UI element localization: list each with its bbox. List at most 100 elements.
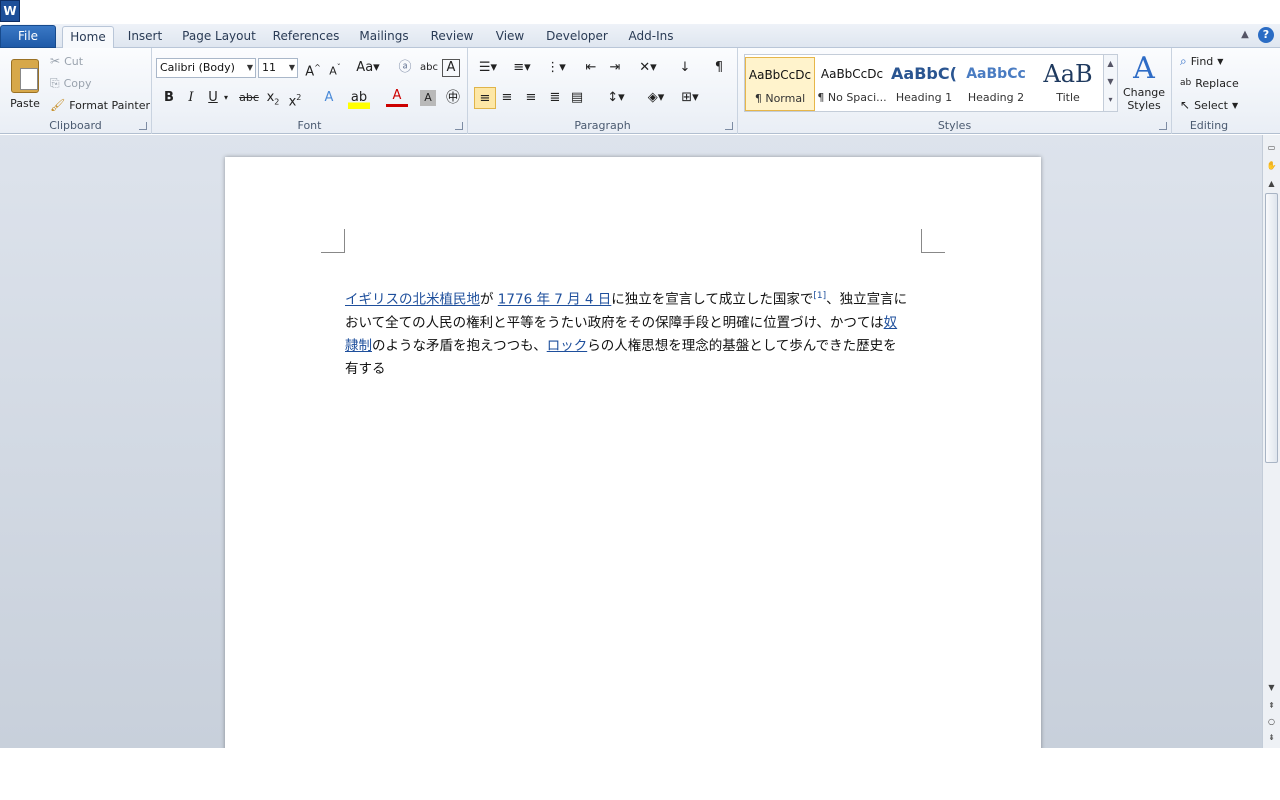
tab-file[interactable]: File (0, 25, 56, 48)
change-case-icon[interactable]: Aa▾ (354, 57, 382, 79)
tab-view[interactable]: View (490, 26, 530, 48)
document-workspace: イギリスの北米植民地が 1776 年 7 月 4 日に独立を宣言して成立した国家… (0, 135, 1262, 748)
binoculars-icon: ⌕ (1180, 54, 1187, 68)
strikethrough-button[interactable]: abc (238, 87, 260, 109)
tab-insert[interactable]: Insert (122, 26, 168, 48)
bullets-icon[interactable]: ☰▾ (474, 57, 502, 79)
select-browse-object-icon[interactable]: ○ (1263, 715, 1280, 729)
blank-bottom-area (0, 748, 1280, 800)
align-center-button[interactable]: ≡ (496, 87, 518, 109)
help-icon[interactable]: ? (1258, 27, 1274, 43)
replace-icon: ab (1180, 78, 1192, 88)
grow-font-icon[interactable]: A^ (302, 57, 324, 79)
style-normal[interactable]: AaBbCcDc ¶ Normal (745, 57, 815, 111)
style-sample: AaB (1043, 60, 1093, 88)
style-name: ¶ Normal (754, 92, 806, 105)
styles-gallery-scroll[interactable]: ▲ ▼ ▾ (1103, 55, 1117, 111)
scroll-down-icon[interactable]: ▼ (1104, 73, 1117, 91)
underline-dropdown-icon[interactable]: ▾ (220, 87, 232, 109)
paragraph-group: ☰▾ ≡▾ ⋮▾ ⇤ ⇥ ✕▾ ↓ ¶ ≡ ≡ ≡ ≣ ▤ ↕▾ ◈▾ ⊞▾ P… (468, 48, 738, 134)
tab-references[interactable]: References (270, 26, 342, 48)
enclose-characters-icon[interactable]: abc (418, 57, 440, 79)
font-color-icon[interactable]: A (386, 87, 408, 107)
replace-label: Replace (1195, 76, 1239, 90)
align-right-button[interactable]: ≡ (520, 87, 542, 109)
document-page[interactable]: イギリスの北米植民地が 1776 年 7 月 4 日に独立を宣言して成立した国家… (225, 157, 1041, 748)
footnote-reference[interactable]: [1] (813, 291, 826, 301)
style-title[interactable]: AaB Title (1033, 57, 1103, 111)
distributed-button[interactable]: ▤ (566, 87, 588, 109)
scroll-up-icon[interactable]: ▲ (1104, 55, 1117, 73)
view-ruler-icon[interactable]: ▭ (1263, 141, 1280, 155)
editing-group-label: Editing (1189, 119, 1229, 132)
decrease-indent-icon[interactable]: ⇤ (580, 57, 602, 79)
subscript-button[interactable]: x2 (262, 87, 284, 109)
styles-group-label: Styles (937, 119, 972, 132)
select-button[interactable]: ↖ Select ▼ (1180, 97, 1238, 113)
tab-mailings[interactable]: Mailings (354, 26, 414, 48)
bold-button[interactable]: B (158, 87, 180, 109)
tab-review[interactable]: Review (426, 26, 478, 48)
align-left-button[interactable]: ≡ (474, 87, 496, 109)
tab-developer[interactable]: Developer (542, 26, 612, 48)
hyperlink-locke[interactable]: ロック (547, 338, 588, 354)
style-heading-2[interactable]: AaBbCc Heading 2 (961, 57, 1031, 111)
replace-button[interactable]: ab Replace (1180, 75, 1239, 91)
scrollbar-thumb[interactable] (1265, 193, 1278, 463)
show-formatting-marks-icon[interactable]: ¶ (708, 57, 730, 79)
asian-layout-icon[interactable]: ✕▾ (634, 57, 662, 79)
encircle-characters-icon[interactable]: ㊥ (442, 87, 464, 109)
pan-hand-icon[interactable]: ✋ (1263, 159, 1280, 173)
font-size-combo[interactable]: 11 ▼ (258, 58, 298, 78)
font-name-value: Calibri (Body) (160, 61, 235, 74)
vertical-scrollbar[interactable]: ▭ ✋ ▲ ▼ ⇞ ○ ⇟ (1262, 135, 1280, 748)
style-sample: AaBbCcDc (820, 67, 884, 81)
paste-button[interactable]: Paste (6, 52, 44, 110)
character-border-icon[interactable]: A (442, 59, 460, 77)
multilevel-list-icon[interactable]: ⋮▾ (542, 57, 570, 79)
editing-group: ⌕ Find ▼ ab Replace ↖ Select ▼ Editing (1172, 48, 1246, 134)
highlight-color-icon[interactable]: ab (348, 87, 370, 109)
change-styles-button[interactable]: A Change Styles (1122, 52, 1166, 113)
tab-home[interactable]: Home (62, 26, 114, 49)
paragraph-dialog-launcher-icon[interactable] (725, 122, 733, 130)
document-body-text[interactable]: イギリスの北米植民地が 1776 年 7 月 4 日に独立を宣言して成立した国家… (345, 285, 909, 381)
text-effects-icon[interactable]: A (318, 87, 340, 109)
style-heading-1[interactable]: AaBbC( Heading 1 (889, 57, 959, 111)
format-painter-button[interactable]: 🖌 Format Painter (50, 97, 150, 113)
line-spacing-icon[interactable]: ↕▾ (602, 87, 630, 109)
copy-button[interactable]: ⎘ Copy (50, 75, 92, 91)
scroll-up-arrow-icon[interactable]: ▲ (1263, 177, 1280, 191)
more-styles-icon[interactable]: ▾ (1104, 91, 1117, 109)
italic-button[interactable]: I (180, 87, 202, 109)
hyperlink-july-4-1776[interactable]: 1776 年 7 月 4 日 (498, 292, 612, 308)
next-page-icon[interactable]: ⇟ (1263, 731, 1280, 745)
character-shading-icon[interactable]: A (420, 90, 436, 106)
clipboard-dialog-launcher-icon[interactable] (139, 122, 147, 130)
numbering-icon[interactable]: ≡▾ (508, 57, 536, 79)
cut-button[interactable]: ✂ Cut (50, 53, 83, 69)
tab-add-ins[interactable]: Add-Ins (624, 26, 678, 48)
shrink-font-icon[interactable]: Aˇ (324, 57, 346, 79)
font-name-combo[interactable]: Calibri (Body) ▼ (156, 58, 256, 78)
font-group: Calibri (Body) ▼ 11 ▼ A^ Aˇ Aa▾ ⓐ abc A … (152, 48, 468, 134)
find-button[interactable]: ⌕ Find ▼ (1180, 53, 1223, 69)
phonetic-guide-icon[interactable]: ⓐ (394, 57, 416, 79)
minimize-ribbon-icon[interactable]: ▲ (1238, 27, 1252, 43)
superscript-button[interactable]: x2 (284, 87, 306, 109)
styles-dialog-launcher-icon[interactable] (1159, 122, 1167, 130)
justify-button[interactable]: ≣ (544, 87, 566, 109)
increase-indent-icon[interactable]: ⇥ (604, 57, 626, 79)
change-styles-label: Change Styles (1122, 86, 1166, 112)
word-app-icon[interactable]: W (0, 0, 20, 22)
tab-page-layout[interactable]: Page Layout (180, 26, 258, 48)
hyperlink-british-north-america[interactable]: イギリスの北米植民地 (345, 292, 480, 308)
margin-corner-mark (321, 229, 345, 253)
previous-page-icon[interactable]: ⇞ (1263, 699, 1280, 713)
font-dialog-launcher-icon[interactable] (455, 122, 463, 130)
borders-icon[interactable]: ⊞▾ (676, 87, 704, 109)
style-no-spacing[interactable]: AaBbCcDc ¶ No Spaci... (817, 57, 887, 111)
scroll-down-arrow-icon[interactable]: ▼ (1263, 681, 1280, 695)
sort-icon[interactable]: ↓ (674, 57, 696, 79)
shading-icon[interactable]: ◈▾ (642, 87, 670, 109)
